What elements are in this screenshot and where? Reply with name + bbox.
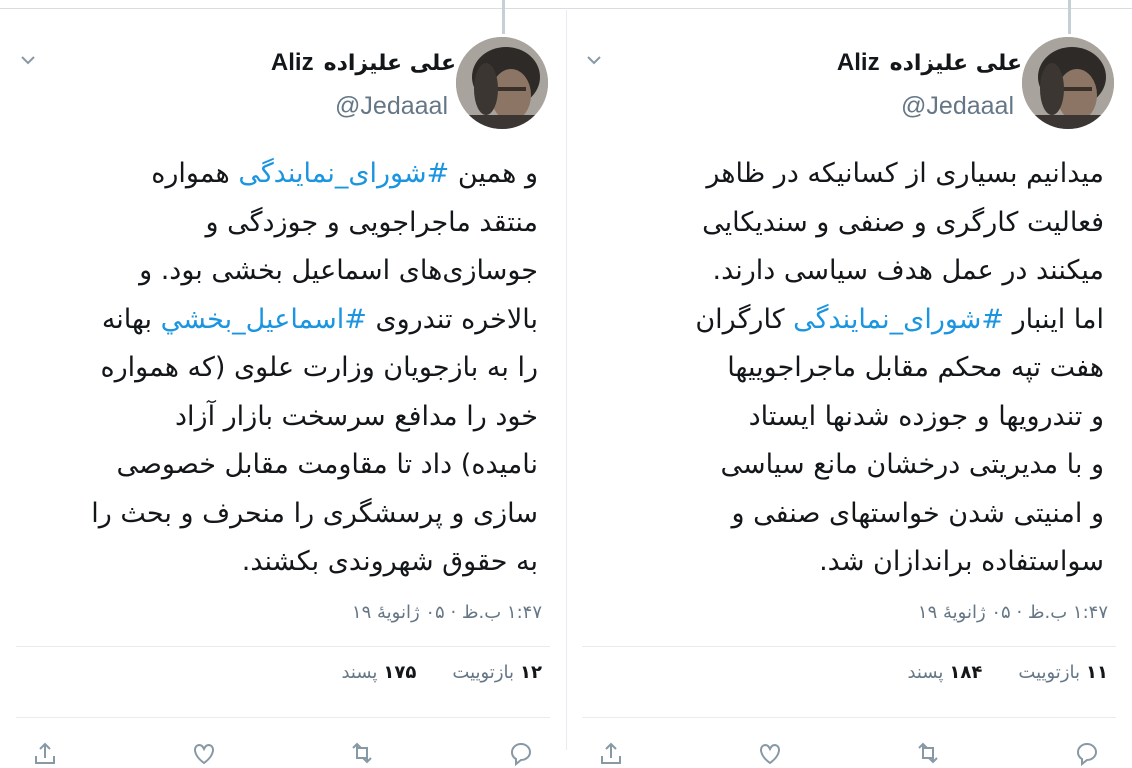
tweet-stats: ۱۲بازتوییت ۱۷۵پسند <box>341 662 542 683</box>
retweet-count[interactable]: ۱۱بازتوییت <box>1018 662 1108 683</box>
like-icon[interactable] <box>189 738 219 768</box>
hashtag-link[interactable]: #شورای_نمایندگی <box>793 304 1004 335</box>
hashtag-link[interactable]: #شورای_نمایندگی <box>238 158 449 189</box>
retweet-icon[interactable] <box>347 738 377 768</box>
tweet-body: و همین #شورای_نمایندگی همواره منتقد ماجر… <box>18 150 538 587</box>
divider <box>582 717 1116 718</box>
tweet-line: سازی و پرسشگری را منحرف و بحث را <box>91 497 538 529</box>
tweet-timestamp[interactable]: ۱:۴۷ ب.ظ · ۰۵ ژانویهٔ ۱۹ <box>352 602 542 623</box>
tweet-line: هفت تپه محکم مقابل ماجراجوییها <box>727 352 1104 383</box>
display-name-latin: Aliz <box>270 49 314 76</box>
divider <box>16 717 550 718</box>
tweet-actions <box>596 738 1102 768</box>
tweet-line: را به بازجویان وزارت علوی (که همواره <box>100 352 538 383</box>
tweet-line: فعالیت کارگری و صنفی و سندیکایی <box>702 206 1104 238</box>
tweet-body: میدانیم بسیاری از کسانیکه در ظاهر فعالیت… <box>584 150 1104 587</box>
divider <box>16 646 550 647</box>
share-icon[interactable] <box>30 738 60 768</box>
tweet-line: سواستفاده براندازان شد. <box>819 546 1104 577</box>
tweet-line: و همین #شورای_نمایندگی همواره <box>151 158 538 189</box>
like-count[interactable]: ۱۸۴پسند <box>907 662 982 683</box>
tweet-line: اما اینبار #شورای_نمایندگی کارگران <box>695 303 1104 335</box>
avatar-photo <box>1022 37 1114 129</box>
avatar-photo <box>456 37 548 129</box>
tweet-line: میکنند در عمل هدف سیاسی دارند. <box>712 255 1105 286</box>
tweet-card[interactable]: Aliz علی علیزاده @Jedaaal میدانیم بسیاری… <box>566 10 1132 767</box>
top-rule <box>0 8 1132 9</box>
author-name[interactable]: Aliz علی علیزاده <box>271 46 456 80</box>
like-icon[interactable] <box>755 738 785 768</box>
tweet-stats: ۱۱بازتوییت ۱۸۴پسند <box>907 662 1108 683</box>
tweet-line: و تندرویها و جوزده شدنها ایستاد <box>748 400 1104 432</box>
reply-icon[interactable] <box>506 738 536 768</box>
reply-icon[interactable] <box>1072 738 1102 768</box>
display-name-latin: Aliz <box>836 49 880 76</box>
display-name-persian: علی علیزاده <box>323 50 456 76</box>
divider <box>582 646 1116 647</box>
like-count[interactable]: ۱۷۵پسند <box>341 662 416 683</box>
tweet-line: منتقد ماجراجویی و جوزدگی و <box>205 206 539 238</box>
tweet-line: جوسازی‌های اسماعیل بخشی بود. و <box>139 255 538 286</box>
tweet-card[interactable]: Aliz علی علیزاده @Jedaaal و همین #شورای_… <box>0 10 566 767</box>
tweet-actions <box>30 738 536 768</box>
tweet-line: خود را مدافع سرسخت بازار آزاد <box>175 400 538 432</box>
chevron-down-icon[interactable] <box>584 50 604 70</box>
author-name[interactable]: Aliz علی علیزاده <box>837 46 1022 80</box>
chevron-down-icon[interactable] <box>18 50 38 70</box>
tweet-line: نامیده) داد تا مقاومت مقابل خصوصی <box>116 449 538 480</box>
tweet-line: به حقوق شهروندی بکشند. <box>241 546 538 577</box>
tweet-line: و امنیتی شدن خواستهای صنفی و <box>731 497 1104 529</box>
tweet-line: میدانیم بسیاری از کسانیکه در ظاهر <box>706 158 1104 189</box>
retweet-icon[interactable] <box>913 738 943 768</box>
retweet-count[interactable]: ۱۲بازتوییت <box>452 662 542 683</box>
share-icon[interactable] <box>596 738 626 768</box>
author-handle[interactable]: @Jedaaal <box>335 92 448 121</box>
display-name-persian: علی علیزاده <box>889 50 1022 76</box>
tweet-line: و با مدیریتی درخشان مانع سیاسی <box>720 449 1105 480</box>
avatar[interactable] <box>1022 37 1114 129</box>
author-handle[interactable]: @Jedaaal <box>901 92 1014 121</box>
tweet-line: بالاخره تندروی #اسماعيل_بخشي بهانه <box>101 303 538 335</box>
hashtag-link[interactable]: #اسماعيل_بخشي <box>161 304 367 335</box>
avatar[interactable] <box>456 37 548 129</box>
tweet-timestamp[interactable]: ۱:۴۷ ب.ظ · ۰۵ ژانویهٔ ۱۹ <box>918 602 1108 623</box>
